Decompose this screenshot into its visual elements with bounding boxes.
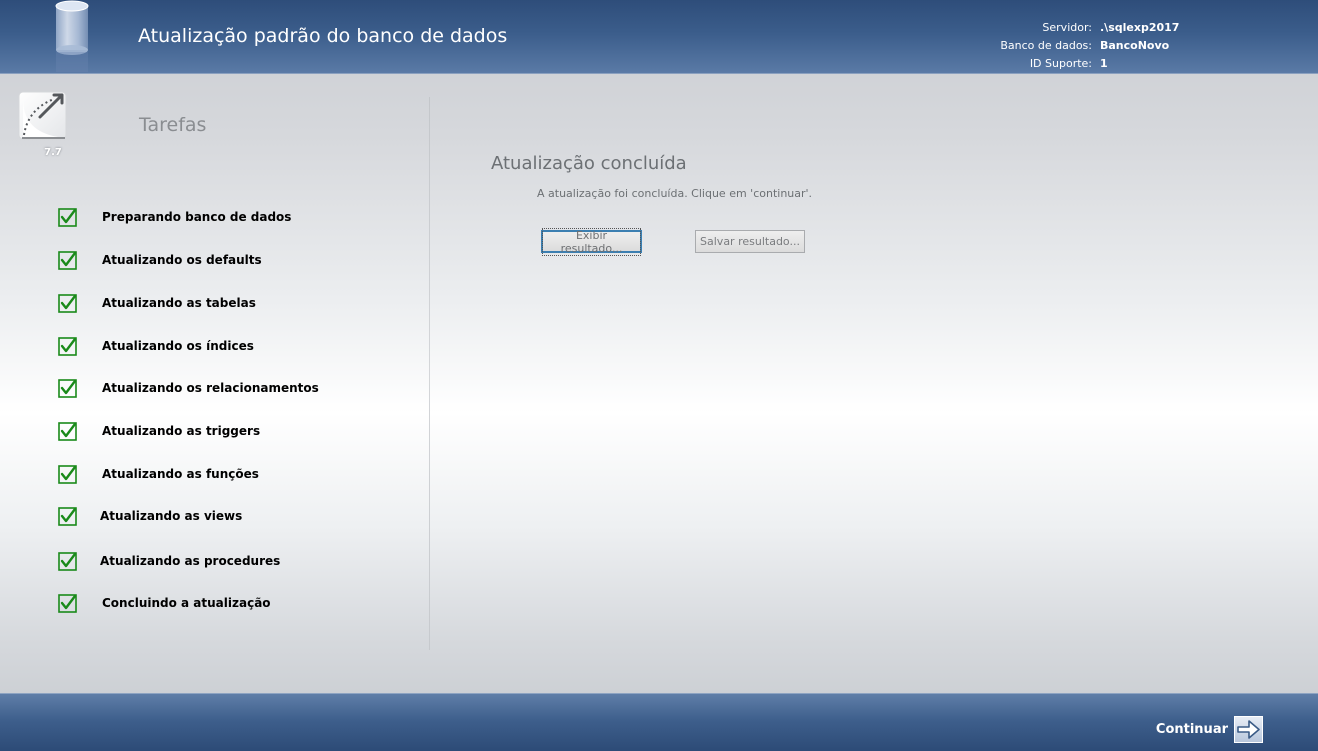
checkbox-checked-icon xyxy=(58,551,77,571)
server-row: Servidor: .\sqlexp2017 xyxy=(990,18,1210,36)
checkbox-checked-icon xyxy=(58,250,77,270)
checkbox-checked-icon xyxy=(58,207,77,227)
continue-label: Continuar xyxy=(1155,722,1228,737)
checkbox-checked-icon xyxy=(58,378,77,398)
server-label: Servidor: xyxy=(1042,20,1092,34)
task-label: Atualizando as funções xyxy=(102,467,259,481)
status-message: A atualização foi concluída. Clique em '… xyxy=(537,187,813,200)
checkbox-checked-icon xyxy=(58,464,77,484)
database-value: BancoNovo xyxy=(1100,38,1170,52)
arrow-right-icon[interactable] xyxy=(1234,716,1263,743)
show-result-button[interactable]: Exibir resultado... xyxy=(541,227,642,256)
support-id-value: 1 xyxy=(1100,56,1108,70)
panel-divider xyxy=(429,97,430,650)
task-item: Atualizando os defaults xyxy=(58,249,262,271)
app-logo-icon xyxy=(18,91,67,140)
support-id-label: ID Suporte: xyxy=(1029,56,1092,70)
status-title: Atualização concluída xyxy=(491,153,687,174)
task-item: Preparando banco de dados xyxy=(58,206,291,228)
task-label: Preparando banco de dados xyxy=(102,210,292,224)
task-label: Atualizando as triggers xyxy=(102,424,261,438)
show-result-label: Exibir resultado... xyxy=(542,227,641,256)
task-item: Atualizando as triggers xyxy=(58,420,260,442)
database-row: Banco de dados: BancoNovo xyxy=(990,36,1210,54)
checkbox-checked-icon xyxy=(58,293,77,313)
database-label: Banco de dados: xyxy=(1000,38,1092,52)
checkbox-checked-icon xyxy=(58,421,77,441)
checkbox-checked-icon xyxy=(58,593,77,613)
task-item: Concluindo a atualização xyxy=(58,592,271,614)
support-id-row: ID Suporte: 1 xyxy=(990,54,1210,72)
task-label: Atualizando as views xyxy=(100,509,243,523)
task-label: Atualizando as procedures xyxy=(100,554,281,568)
save-result-label: Salvar resultado... xyxy=(700,235,800,248)
task-item: Atualizando as views xyxy=(58,505,242,527)
checkbox-checked-icon xyxy=(58,336,77,356)
footer-bar: Continuar xyxy=(0,693,1318,751)
database-cylinder-icon xyxy=(55,0,89,72)
header-bar: Atualização padrão do banco de dados Ser… xyxy=(0,0,1318,74)
tasks-title: Tarefas xyxy=(139,114,207,136)
task-label: Atualizando os relacionamentos xyxy=(102,381,319,395)
task-item: Atualizando os índices xyxy=(58,335,254,357)
server-value: .\sqlexp2017 xyxy=(1100,20,1180,34)
checkbox-checked-icon xyxy=(58,506,77,526)
connection-info: Servidor: .\sqlexp2017 Banco de dados: B… xyxy=(990,18,1210,72)
task-item: Atualizando as tabelas xyxy=(58,292,256,314)
task-item: Atualizando os relacionamentos xyxy=(58,377,319,399)
task-item: Atualizando as procedures xyxy=(58,550,280,572)
task-item: Atualizando as funções xyxy=(58,463,259,485)
task-label: Atualizando as tabelas xyxy=(102,296,256,310)
task-label: Atualizando os índices xyxy=(102,339,254,353)
continue-button[interactable]: Continuar xyxy=(1156,716,1263,743)
task-label: Concluindo a atualização xyxy=(102,596,271,610)
app-title: Atualização padrão do banco de dados xyxy=(138,25,508,47)
task-label: Atualizando os defaults xyxy=(102,253,262,267)
version-label: 7.7 xyxy=(44,147,62,158)
save-result-button[interactable]: Salvar resultado... xyxy=(695,230,805,253)
